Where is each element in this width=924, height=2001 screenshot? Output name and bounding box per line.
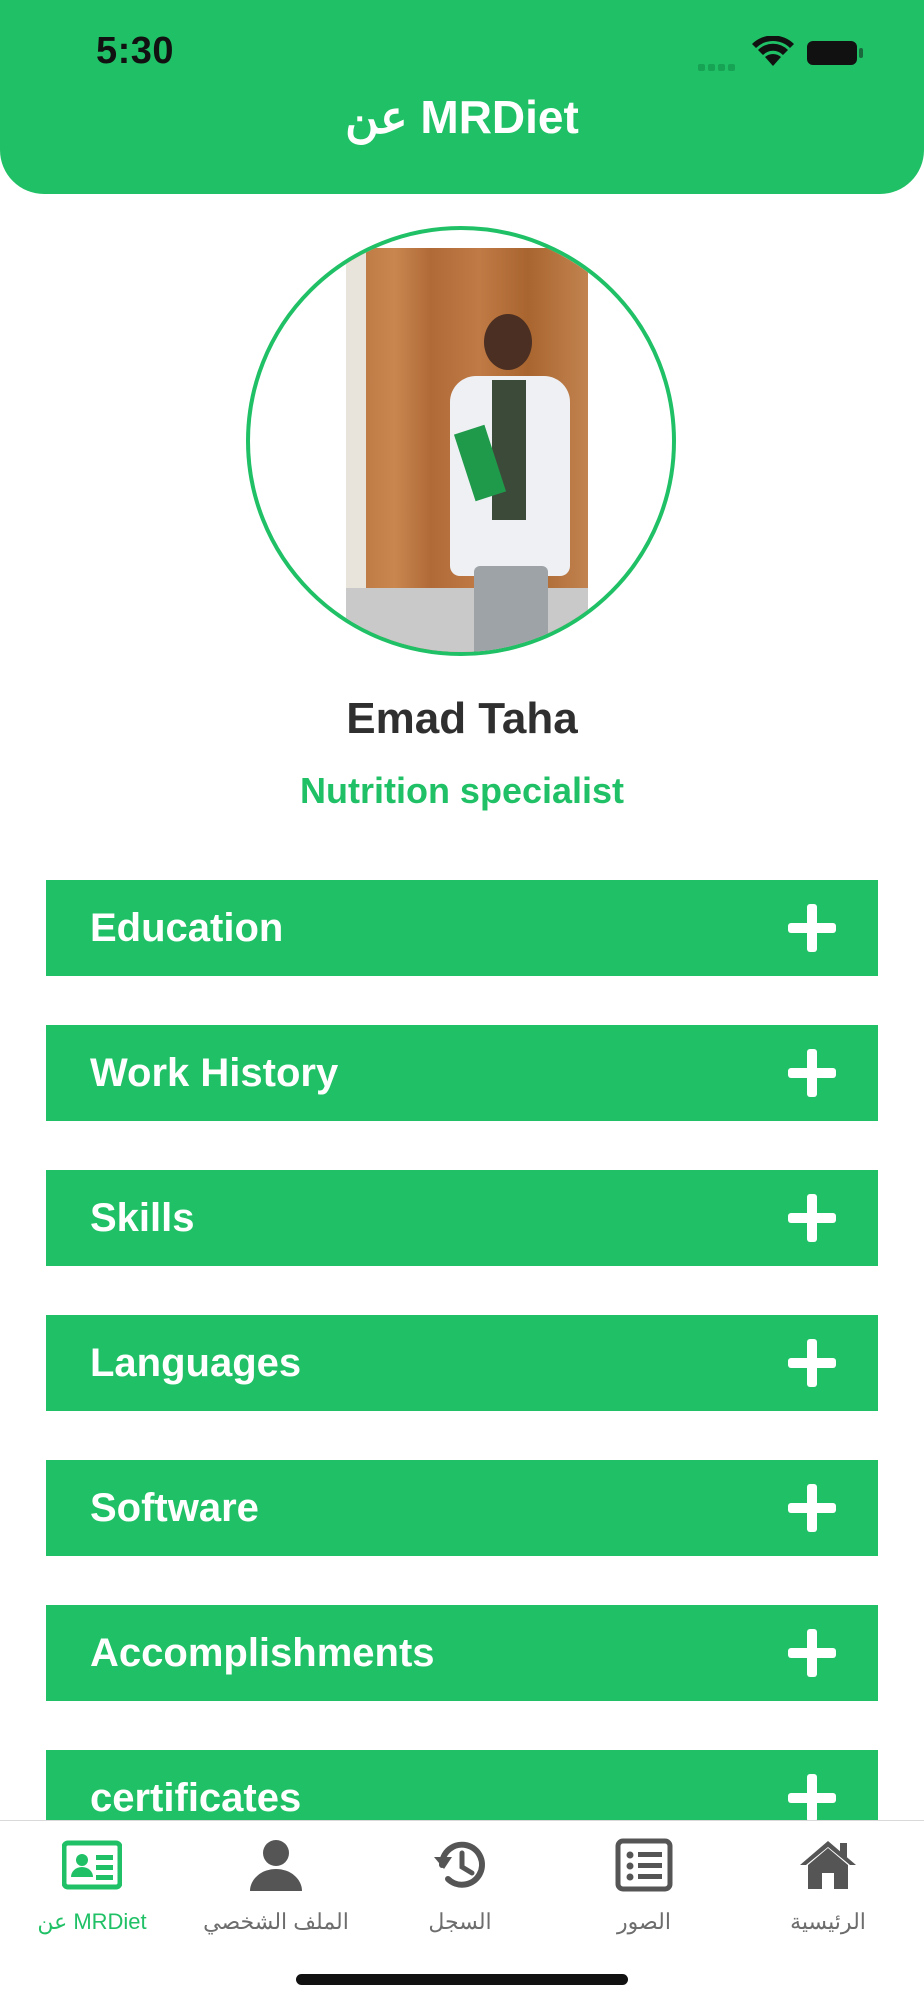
history-icon: [434, 1841, 485, 1888]
page-title: عن MRDiet: [345, 91, 579, 143]
tab-label: الصور: [617, 1909, 671, 1934]
plus-icon[interactable]: [788, 1194, 836, 1242]
section-title: Software: [90, 1485, 259, 1530]
section-title: Languages: [90, 1340, 302, 1385]
section-work-history[interactable]: Work History: [46, 1025, 878, 1121]
tab-photos[interactable]: الصور: [552, 1835, 736, 1935]
profile-photo-image: [346, 248, 588, 652]
tab-label: السجل: [428, 1909, 492, 1934]
section-skills[interactable]: Skills: [46, 1170, 878, 1266]
section-accomplishments[interactable]: Accomplishments: [46, 1605, 878, 1701]
plus-icon[interactable]: [788, 1339, 836, 1387]
plus-icon[interactable]: [788, 1484, 836, 1532]
status-time: 5:30: [96, 30, 175, 72]
section-title: Skills: [90, 1195, 195, 1240]
plus-icon[interactable]: [788, 1774, 836, 1822]
cellular-signal-icon: [698, 58, 742, 71]
plus-icon[interactable]: [788, 904, 836, 952]
plus-icon[interactable]: [788, 1629, 836, 1677]
list-icon: [615, 1838, 673, 1892]
wifi-icon: [752, 36, 794, 66]
tab-label: الرئيسية: [790, 1909, 866, 1934]
home-indicator[interactable]: [296, 1974, 628, 1985]
home-icon: [800, 1841, 856, 1889]
section-title: Work History: [90, 1050, 339, 1095]
plus-icon[interactable]: [788, 1049, 836, 1097]
tab-label: الملف الشخصي: [203, 1909, 349, 1934]
battery-icon: [807, 41, 863, 65]
section-languages[interactable]: Languages: [46, 1315, 878, 1411]
tab-label: عن MRDiet: [37, 1909, 147, 1934]
section-software[interactable]: Software: [46, 1460, 878, 1556]
section-education[interactable]: Education: [46, 880, 878, 976]
section-title: Accomplishments: [90, 1630, 435, 1675]
tab-profile[interactable]: الملف الشخصي: [184, 1835, 368, 1935]
tab-history[interactable]: السجل: [368, 1835, 552, 1935]
user-icon: [250, 1840, 302, 1891]
section-title: Education: [90, 905, 284, 950]
app-header: 5:30 عن MRDiet: [0, 0, 924, 194]
id-card-icon: [62, 1840, 122, 1890]
profile-name: Emad Taha: [346, 694, 578, 743]
profile-sections: Education Work History Skills Languages …: [46, 880, 878, 1895]
profile-role: Nutrition specialist: [299, 770, 625, 811]
tab-home[interactable]: الرئيسية: [736, 1835, 920, 1935]
section-title: certificates: [90, 1775, 302, 1820]
profile-photo: [246, 226, 676, 656]
tab-about[interactable]: عن MRDiet: [0, 1835, 184, 1935]
